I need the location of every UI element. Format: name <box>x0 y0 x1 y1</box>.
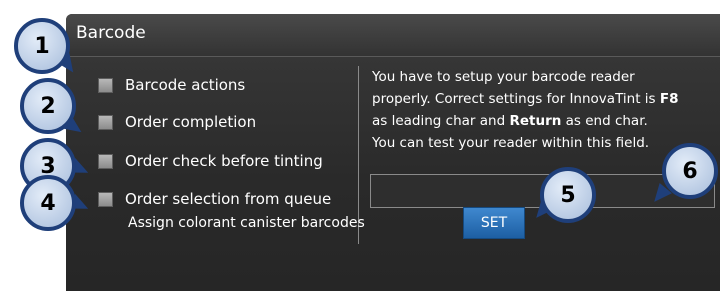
callout-2-badge: 2 <box>20 78 76 134</box>
option-label: Order selection from queue <box>125 190 332 208</box>
option-barcode-actions[interactable]: Barcode actions <box>98 74 245 96</box>
option-label: Barcode actions <box>125 76 246 94</box>
callout-4-badge: 4 <box>20 175 76 231</box>
callout-6-badge: 6 <box>662 143 718 199</box>
setup-instructions: You have to setup your barcode reader pr… <box>372 66 717 154</box>
info-line: You have to setup your barcode reader <box>372 69 635 85</box>
option-label: Order completion <box>125 113 257 131</box>
title-bar: Barcode <box>66 14 720 57</box>
option-order-selection-from-queue[interactable]: Order selection from queue <box>98 188 331 210</box>
window-title: Barcode <box>76 23 146 43</box>
checkbox[interactable] <box>98 77 113 93</box>
callout-5-badge: 5 <box>540 167 596 223</box>
option-order-check-before-tinting[interactable]: Order check before tinting <box>98 150 323 172</box>
checkbox[interactable] <box>98 191 113 207</box>
callout-1-badge: 1 <box>14 18 70 74</box>
info-line: You can test your reader within this fie… <box>372 135 650 151</box>
assign-canister-barcodes-label: Assign colorant canister barcodes <box>128 215 365 231</box>
info-line: properly. Correct settings for InnovaTin… <box>372 91 679 107</box>
key-return: Return <box>509 113 562 129</box>
barcode-dialog: Barcode Barcode actions Order completion… <box>66 14 720 291</box>
checkbox[interactable] <box>98 153 113 169</box>
option-label: Order check before tinting <box>125 152 323 170</box>
set-button[interactable]: SET <box>463 207 525 239</box>
option-order-completion[interactable]: Order completion <box>98 111 256 133</box>
checkbox[interactable] <box>98 114 113 130</box>
key-f8: F8 <box>659 91 679 107</box>
info-line: as leading char and Return as end char. <box>372 113 648 129</box>
